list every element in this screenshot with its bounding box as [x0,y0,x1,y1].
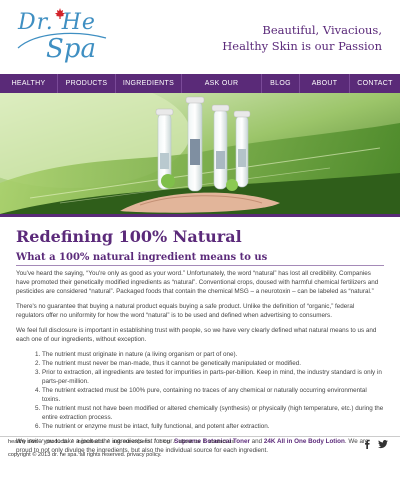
footer-separator: / [105,439,111,445]
footer-separator: / [202,439,207,445]
hero-divider [0,214,400,217]
footer-divider [0,436,400,437]
list-item: The nutrient must originate in nature (a… [42,350,384,359]
list-item: The nutrient extracted must be 100% pure… [42,386,384,404]
social-links [362,439,388,449]
logo-text-bottom: Spa [46,34,96,64]
list-item: The nutrient must not have been modified… [42,404,384,422]
nav-item-blog[interactable]: BLOG [262,74,300,93]
twitter-icon[interactable] [378,439,388,449]
main-nav: HEALTHY SKIN PRODUCTS INGREDIENTS ASK OU… [0,74,400,106]
footer-link-contact-us[interactable]: contact us [209,439,235,445]
footer-separator: / [171,439,177,445]
site-footer: healthy skin / products / ingredients / … [0,436,400,495]
tagline-line-1: Beautiful, Vivacious, [262,23,382,37]
site-tagline: Beautiful, Vivacious, Healthy Skin is ou… [222,22,382,54]
disclosure-paragraph: We feel full disclosure is important in … [16,327,377,343]
nav-item-products[interactable]: PRODUCTS [58,74,116,93]
natural-criteria-list: The nutrient must originate in nature (a… [16,350,384,431]
page-subtitle: What a 100% natural ingredient means to … [16,252,384,266]
list-item: The nutrient or enzyme must be intact, f… [42,422,384,431]
main-content: Redefining 100% Natural What a 100% natu… [0,214,400,455]
footer-link-healthy-skin[interactable]: healthy skin [8,439,38,445]
logo-text-top: Dr. He [18,10,96,35]
nav-item-healthy-skin[interactable]: HEALTHY SKIN [0,74,58,106]
copyright-text: copyright © 2013 dr. he spa. all rights … [8,452,162,458]
facebook-icon[interactable] [362,439,372,449]
nav-item-ask-our-experts[interactable]: ASK OUR EXPERTS [182,74,262,106]
nav-item-about-us[interactable]: ABOUT US [300,74,350,106]
footer-link-ingredients[interactable]: ingredients [76,439,103,445]
nav-item-contact-us[interactable]: CONTACT US [350,74,400,106]
hero-image [0,93,400,214]
nav-item-ingredients[interactable]: INGREDIENTS [116,74,182,93]
footer-separator: / [152,439,158,445]
list-item: The nutrient must never be man-made, thu… [42,359,384,368]
page-title: Redefining 100% Natural [16,227,242,246]
site-logo[interactable]: Dr. He Spa [16,8,108,68]
footer-link-blog[interactable]: blog [159,439,170,445]
hero-illustration [0,93,400,214]
list-item: Prior to extraction, all ingredients are… [42,368,384,386]
footer-link-products[interactable]: products [46,439,67,445]
footer-separator: / [39,439,45,445]
footer-separator: / [69,439,75,445]
safety-paragraph: There's no guarantee that buying a natur… [16,303,355,319]
intro-paragraph: You've heard the saying, “You're only as… [16,270,379,295]
tagline-line-2: Healthy Skin is our Passion [222,39,382,53]
footer-nav: healthy skin / products / ingredients / … [8,439,236,445]
footer-link-about-us[interactable]: about us [179,439,200,445]
site-header: Dr. He Spa Beautiful, Vivacious, Healthy… [0,0,400,74]
footer-link-ask-our-experts[interactable]: ask our experts [112,439,150,445]
